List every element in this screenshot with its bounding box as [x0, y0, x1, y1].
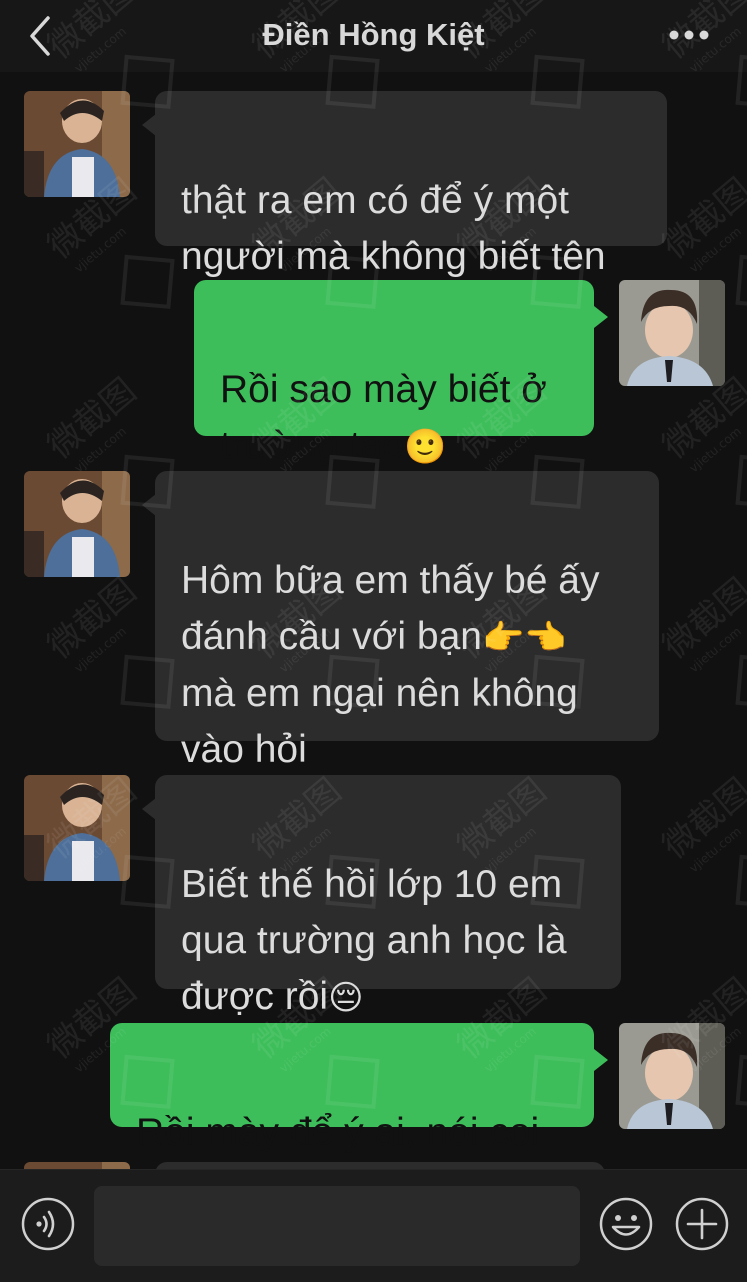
pointing-fingers-emoji: 👉👈: [481, 618, 567, 658]
contact-avatar[interactable]: [24, 91, 130, 197]
contact-avatar-image: [24, 775, 130, 881]
chat-title: Điền Hồng Kiệt: [262, 17, 485, 52]
more-options-button[interactable]: [668, 20, 712, 50]
bubble-tail: [142, 494, 156, 516]
add-button[interactable]: [674, 1196, 730, 1252]
message-text: Biết thế hồi lớp 10 em qua trường anh họ…: [181, 863, 567, 1018]
bubble-tail: [142, 114, 156, 136]
message-bubble-sent[interactable]: Rồi mày để ý ai, nói coi: [110, 1023, 594, 1154]
pensive-face-emoji: 😔: [328, 978, 364, 1018]
contact-avatar-image: [24, 1162, 130, 1169]
message-input[interactable]: [94, 1186, 580, 1266]
my-avatar-image: [619, 1023, 725, 1129]
message-text-continued: mà em ngại nên không vào hỏi: [181, 672, 578, 771]
message-bubble-received[interactable]: Biết thế hồi lớp 10 em qua trường anh họ…: [155, 775, 621, 1018]
contact-avatar[interactable]: [24, 775, 130, 881]
slightly-smiling-emoji: 🙂: [403, 427, 447, 467]
my-avatar[interactable]: [619, 280, 725, 386]
message-text: Rồi mày để ý ai, nói coi: [136, 1111, 540, 1154]
contact-avatar-image: [24, 471, 130, 577]
message-list[interactable]: thật ra em có để ý một người mà không bi…: [0, 72, 747, 1169]
contact-avatar[interactable]: [24, 1162, 130, 1169]
message-bubble-received[interactable]: thật ra em có để ý một người mà không bi…: [155, 91, 667, 278]
emoji-button[interactable]: [598, 1196, 654, 1252]
bubble-tail: [594, 1049, 608, 1071]
bubble-tail: [142, 798, 156, 820]
bubble-tail: [594, 306, 608, 328]
my-avatar-image: [619, 280, 725, 386]
message-bubble-received[interactable]: Hôm bữa em thấy bé ấy đánh cầu với bạn👉👈…: [155, 471, 659, 771]
message-text: thật ra em có để ý một người mà không bi…: [181, 179, 606, 278]
contact-avatar-image: [24, 91, 130, 197]
contact-avatar[interactable]: [24, 471, 130, 577]
message-text: Rồi sao mày biết ở trường tao: [220, 368, 547, 467]
message-bubble-sent[interactable]: Rồi sao mày biết ở trường tao🙂: [194, 280, 594, 467]
my-avatar[interactable]: [619, 1023, 725, 1129]
message-bubble-received[interactable]: [155, 1162, 605, 1169]
voice-icon: [21, 1197, 75, 1251]
plus-icon: [675, 1197, 729, 1251]
chat-header: Điền Hồng Kiệt: [0, 0, 747, 72]
voice-button[interactable]: [20, 1196, 76, 1252]
smiley-icon: [599, 1197, 653, 1251]
ellipsis-icon: [669, 30, 709, 40]
input-bar: [0, 1169, 747, 1282]
